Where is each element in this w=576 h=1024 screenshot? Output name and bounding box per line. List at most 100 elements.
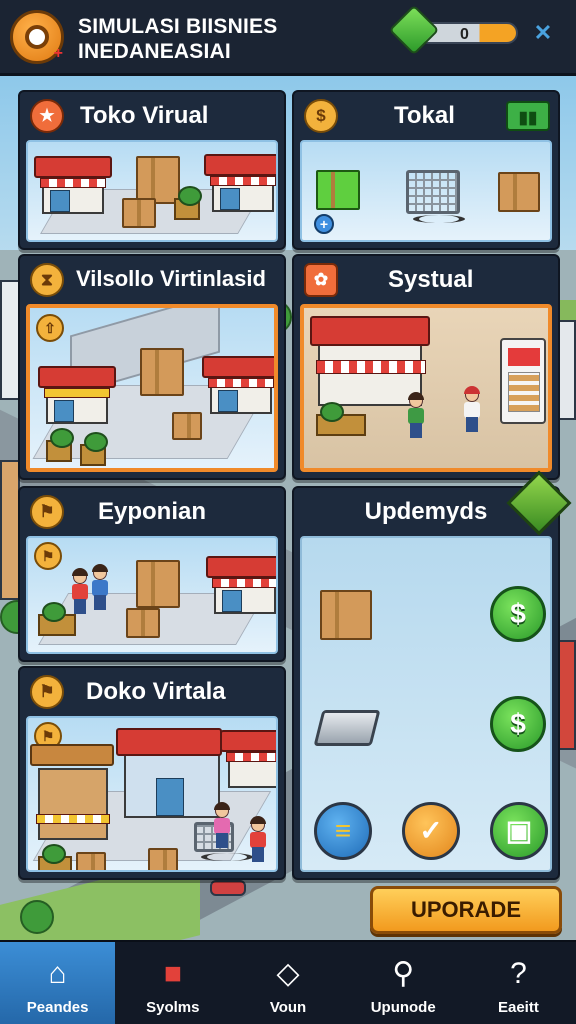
plant-pot	[80, 432, 108, 466]
green-panel-icon[interactable]: ▮▮	[506, 101, 550, 131]
title-line-1: SIMULASI BIISNIES	[78, 15, 278, 38]
stack-icon[interactable]: ≡	[314, 802, 372, 860]
card-scene: ⚑	[26, 536, 278, 654]
vending-machine	[500, 338, 546, 424]
box-icon	[320, 590, 372, 640]
card-header: ✿ Systual	[294, 256, 558, 302]
shirt-icon: ⚑	[34, 542, 62, 570]
card-scene: ⚑	[26, 716, 278, 872]
crate	[136, 560, 180, 608]
house-icon: ⌂	[48, 957, 67, 990]
card-eyponian[interactable]: ⚑ Eyponian ⚑	[18, 486, 286, 662]
card-title: Eyponian	[98, 498, 207, 525]
card-title: Doko Virtala	[86, 678, 226, 705]
card-header: ⧗ Vilsollo Virtinlasid	[20, 256, 284, 302]
shop-building	[116, 728, 222, 818]
shopper-figure	[250, 816, 266, 862]
nav-label: Voun	[269, 999, 307, 1016]
shop-building	[220, 730, 276, 788]
checkmark-icon[interactable]: ✓	[402, 802, 460, 860]
nav-label: Syolms	[146, 999, 200, 1016]
car	[210, 880, 246, 896]
buy-dollar-button[interactable]: $	[490, 696, 546, 752]
card-tokal[interactable]: $ Tokal ▮▮ +	[292, 90, 560, 250]
hourglass-icon: ⧗	[30, 263, 64, 297]
shop-building	[38, 366, 116, 424]
shop-building	[310, 316, 430, 406]
plant-pot	[174, 186, 202, 220]
dollar-coin-icon: $	[304, 99, 338, 133]
currency-display[interactable]: 0	[388, 4, 520, 56]
card-header: $ Tokal ▮▮	[294, 92, 558, 138]
crate	[126, 608, 160, 638]
shop-building	[30, 744, 114, 840]
card-systual[interactable]: ✿ Systual	[292, 254, 560, 480]
shirt-icon: ⚑	[30, 675, 64, 709]
shopper-figure	[92, 564, 108, 610]
shop-building	[204, 154, 276, 212]
building	[0, 460, 20, 600]
card-header: ⚑ Eyponian	[20, 488, 284, 534]
shopper-figure	[464, 386, 480, 432]
bottom-nav: ⌂ Peandes ■ Syolms ◇ Voun ⚲ Upunode ? Ea…	[0, 940, 576, 1024]
crate	[122, 198, 156, 228]
buy-dollar-button[interactable]: $	[490, 586, 546, 642]
card-scene: +	[300, 140, 552, 242]
card-header: ★ Toko Virual	[20, 92, 284, 138]
chip-icon[interactable]: ▣	[490, 802, 548, 860]
card-title: Vilsollo Virtinlasid	[76, 266, 266, 291]
nav-item-voun[interactable]: ◇ Voun	[230, 942, 345, 1024]
plant-pot	[46, 428, 74, 462]
upgrade-button[interactable]: UPORADE	[370, 886, 562, 934]
ingot-icon	[313, 710, 381, 746]
fruit-stand	[316, 402, 366, 436]
tree	[20, 900, 54, 934]
shopping-cart	[406, 170, 465, 223]
shop-icon: ■	[163, 957, 182, 990]
crate	[76, 852, 106, 870]
currency-value: 0	[460, 26, 469, 43]
card-title: Systual	[388, 266, 474, 293]
card-toko-virual[interactable]: ★ Toko Virual	[18, 90, 286, 250]
card-vilsollo-virtinlasid[interactable]: ⧗ Vilsollo Virtinlasid ⇧	[18, 254, 286, 480]
shopper-figure	[214, 802, 230, 848]
plus-icon: +	[53, 45, 63, 62]
shirt-icon: ⚑	[30, 495, 64, 529]
crate	[136, 156, 180, 204]
plant-pot	[38, 602, 76, 636]
shopper-figure	[408, 392, 424, 438]
card-doko-virtala[interactable]: ⚑ Doko Virtala ⚑	[18, 666, 286, 880]
card-scene	[26, 140, 278, 242]
green-box-icon	[316, 170, 360, 210]
card-title: Tokal	[394, 102, 455, 129]
question-icon: ?	[510, 957, 527, 990]
fruit-icon: ✿	[304, 263, 338, 297]
crate	[140, 348, 184, 396]
logo-center	[25, 25, 49, 49]
nav-item-syolms[interactable]: ■ Syolms	[115, 942, 230, 1024]
plus-icon[interactable]: +	[314, 214, 334, 234]
shop-building	[34, 156, 112, 214]
card-title: Toko Virual	[80, 102, 209, 129]
card-header: ⚑ Doko Virtala	[20, 668, 284, 714]
crate	[498, 172, 540, 212]
nav-item-upunode[interactable]: ⚲ Upunode	[346, 942, 461, 1024]
upload-icon: ⇧	[36, 314, 64, 342]
app-title: SIMULASI BIISNIES INEDANEASIAI	[78, 14, 277, 64]
nav-item-peandes[interactable]: ⌂ Peandes	[0, 942, 116, 1024]
nav-label: Eaeitt	[497, 999, 539, 1016]
app-logo-icon[interactable]: +	[10, 10, 64, 64]
nav-item-eaeitt[interactable]: ? Eaeitt	[461, 942, 576, 1024]
star-icon: ★	[30, 99, 64, 133]
magnifier-icon: ⚲	[392, 957, 415, 990]
close-icon[interactable]: ✕	[532, 22, 554, 44]
top-bar: + SIMULASI BIISNIES INEDANEASIAI 0 ✕	[0, 0, 576, 76]
shopper-figure	[72, 568, 88, 614]
shop-building	[202, 356, 274, 414]
nav-label: Upunode	[370, 999, 436, 1016]
plant-pot	[38, 844, 72, 870]
nav-label: Peandes	[26, 999, 89, 1016]
title-line-2: INEDANEASIAI	[78, 40, 231, 63]
crate	[148, 848, 178, 870]
card-scene	[300, 304, 552, 472]
